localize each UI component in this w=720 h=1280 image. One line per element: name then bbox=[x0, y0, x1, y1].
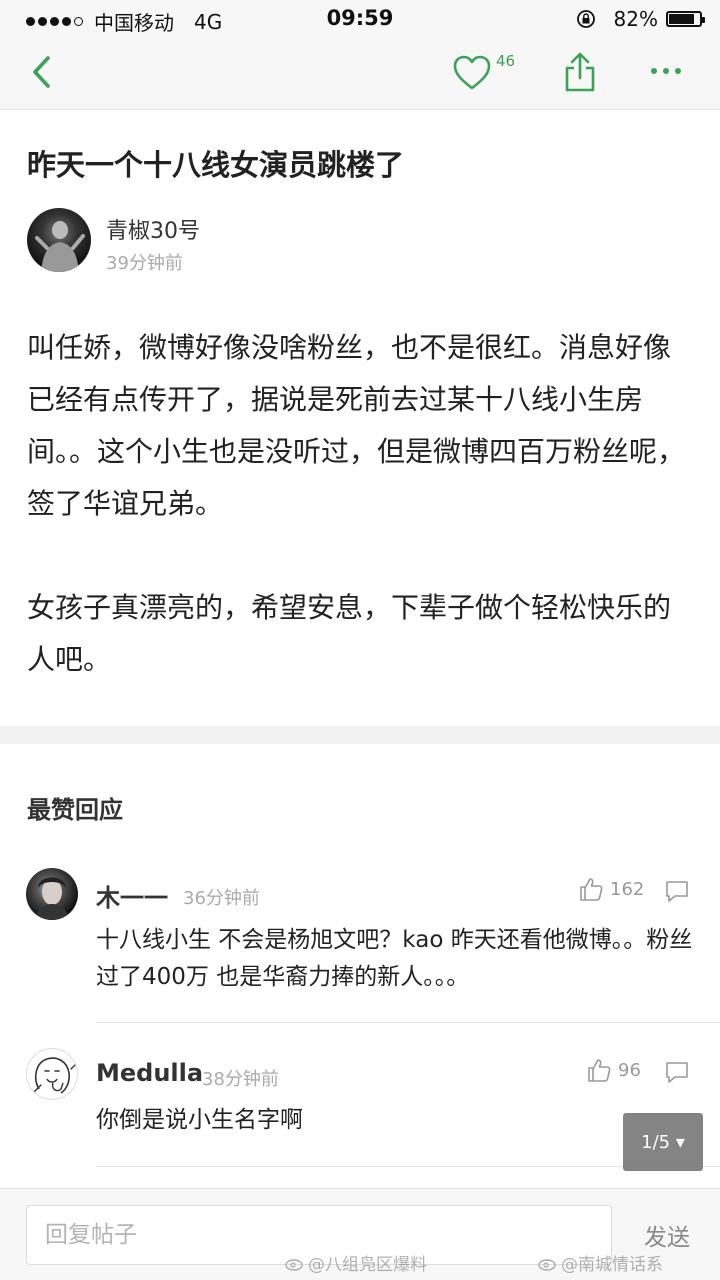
comment-like-count: 96 bbox=[618, 1060, 641, 1081]
more-options-icon[interactable] bbox=[646, 56, 686, 86]
thumbs-up-icon[interactable] bbox=[586, 1057, 612, 1083]
watermark: @八组凫区爆料 bbox=[285, 1250, 427, 1275]
commenter-avatar[interactable] bbox=[26, 868, 78, 920]
rotation-lock-icon bbox=[576, 10, 595, 28]
watermark: @南城情话系 bbox=[538, 1250, 663, 1275]
comment-text: 十八线小生 不会是杨旭文吧？kao 昨天还看他微博。。粉丝过了400万 也是华裔… bbox=[96, 927, 693, 990]
weibo-logo-icon bbox=[538, 1258, 556, 1271]
comment-text: 你倒是说小生名字啊 bbox=[96, 1107, 303, 1133]
watermark-text: @南城情话系 bbox=[561, 1255, 663, 1275]
thumbs-up-icon[interactable] bbox=[578, 876, 604, 902]
commenter-avatar[interactable] bbox=[26, 1048, 78, 1100]
section-divider bbox=[0, 726, 720, 744]
like-count: 46 bbox=[496, 52, 516, 70]
comment-like-count: 162 bbox=[610, 879, 645, 900]
page-indicator-button[interactable]: 1/5 ▾ bbox=[623, 1113, 703, 1171]
post-title: 昨天一个十八线女演员跳楼了 bbox=[27, 148, 405, 182]
comment-time: 36分钟前 bbox=[183, 888, 260, 909]
battery-percentage: 82% bbox=[613, 7, 658, 31]
author-name[interactable]: 青椒30号 bbox=[106, 213, 200, 245]
commenter-name[interactable]: Medulla bbox=[96, 1059, 203, 1087]
top-replies-heading: 最赞回应 bbox=[27, 796, 123, 824]
commenter-name[interactable]: 木一一 bbox=[96, 878, 168, 913]
share-icon[interactable] bbox=[562, 50, 598, 94]
battery-icon bbox=[666, 11, 705, 27]
post-paragraph: 叫任娇，微博好像没啥粉丝，也不是很红。消息好像已经有点传开了，据说是死前去过某十… bbox=[27, 331, 686, 520]
watermark-text: @八组凫区爆料 bbox=[308, 1255, 427, 1275]
post-body: 叫任娇，微博好像没啥粉丝，也不是很红。消息好像已经有点传开了，据说是死前去过某十… bbox=[27, 322, 693, 686]
navigation-bar: 46 bbox=[0, 40, 720, 110]
status-bar: 中国移动 4G 09:59 82% bbox=[0, 0, 720, 40]
comment-reply-icon[interactable] bbox=[664, 1060, 690, 1084]
comment-reply-icon[interactable] bbox=[664, 879, 690, 903]
weibo-logo-icon bbox=[285, 1258, 303, 1271]
post-time: 39分钟前 bbox=[106, 253, 183, 274]
comment-separator bbox=[96, 1022, 720, 1023]
post-paragraph: 女孩子真漂亮的，希望安息，下辈子做个轻松快乐的人吧。 bbox=[27, 591, 672, 676]
back-arrow-icon[interactable] bbox=[24, 52, 60, 92]
comment-time: 38分钟前 bbox=[202, 1069, 279, 1090]
status-right: 82% bbox=[576, 7, 705, 31]
heart-icon[interactable] bbox=[452, 54, 492, 92]
author-avatar[interactable] bbox=[27, 208, 91, 272]
